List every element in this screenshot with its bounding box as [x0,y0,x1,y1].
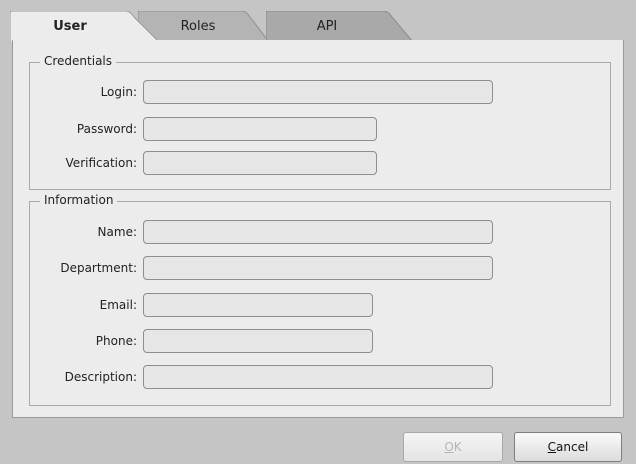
department-row: Department: [30,255,493,281]
email-row: Email: [30,292,373,318]
information-legend: Information [40,193,118,207]
tab-api-shape [266,11,414,42]
login-field[interactable] [143,80,493,104]
department-field[interactable] [143,256,493,280]
login-label: Login: [100,85,137,99]
tab-bar: Roles API User [0,0,636,42]
tab-roles-label: Roles [180,19,216,34]
credentials-legend: Credentials [40,54,117,68]
phone-label: Phone: [95,334,137,348]
email-field[interactable] [143,293,373,317]
cancel-label-rest: ancel [556,440,589,454]
name-row: Name: [30,219,493,245]
credentials-group: Credentials Login: Password: Verificatio… [29,54,611,190]
name-field[interactable] [143,220,493,244]
password-row: Password: [30,116,377,142]
tab-user[interactable]: User [10,11,160,42]
description-field[interactable] [143,365,493,389]
name-label: Name: [97,225,137,239]
cancel-button[interactable]: Cancel [514,432,622,462]
department-label: Department: [60,261,137,275]
description-label: Description: [64,370,137,384]
login-row: Login: [30,79,493,105]
verification-row: Verification: [30,150,377,176]
tab-api-label: API [316,19,338,34]
ok-button[interactable]: OK [403,432,503,462]
ok-label-rest: K [453,440,462,454]
user-dialog: Roles API User Credentials Login: Passwo… [0,0,636,464]
information-group: Information Name: Department: Email: Pho… [29,193,611,406]
tab-panel-user: Credentials Login: Password: Verificatio… [12,40,624,418]
email-label: Email: [99,298,137,312]
description-row: Description: [30,364,493,390]
phone-field[interactable] [143,329,373,353]
tab-user-label: User [53,19,87,34]
verification-field[interactable] [143,151,377,175]
phone-row: Phone: [30,328,373,354]
ok-mnemonic: O [444,440,454,454]
password-label: Password: [76,122,137,136]
cancel-mnemonic: C [547,440,557,454]
verification-label: Verification: [65,156,137,170]
password-field[interactable] [143,117,377,141]
tab-api[interactable]: API [266,11,414,42]
